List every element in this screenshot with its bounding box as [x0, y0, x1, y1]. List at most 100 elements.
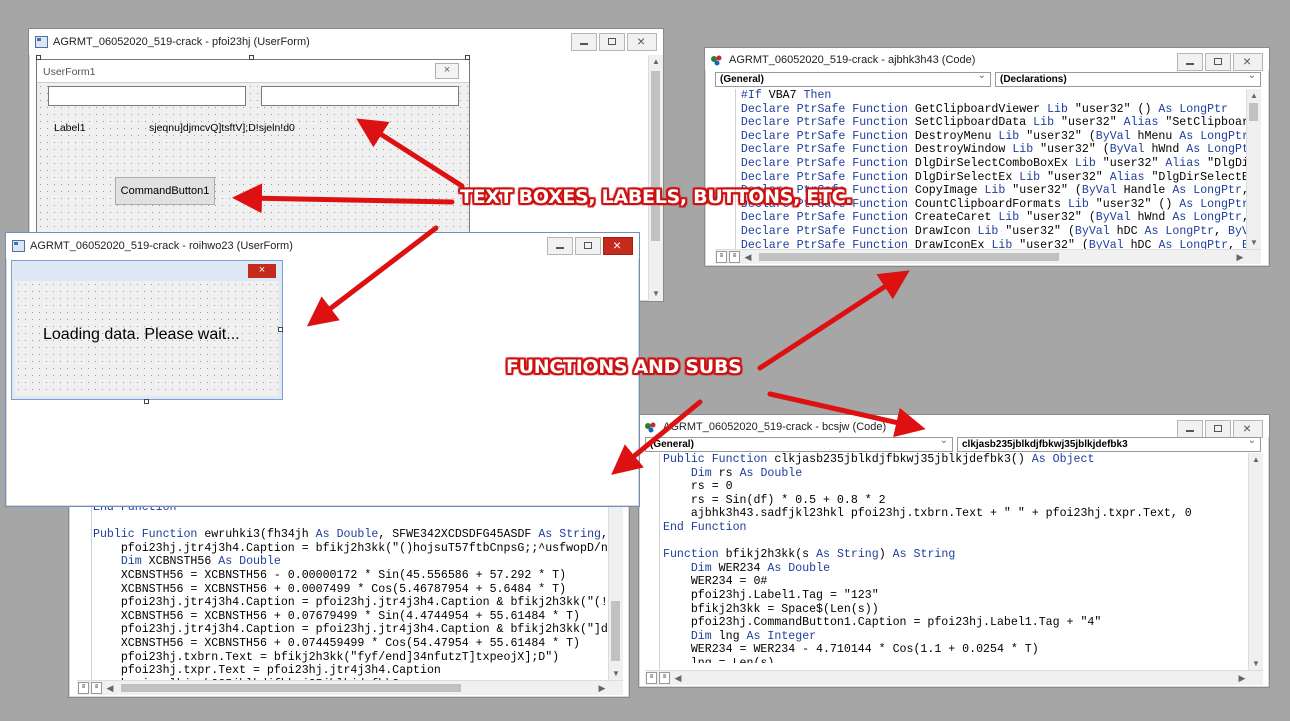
object-combo[interactable]: (General) — [715, 70, 991, 87]
horizontal-scrollbar[interactable]: ≡ ≡ ◀ ▶ — [77, 680, 623, 695]
code-line[interactable]: ajbhk3h43.sadfjkl23hkl pfoi23hj.txbrn.Te… — [663, 507, 1247, 521]
close-icon[interactable] — [603, 237, 633, 255]
vertical-scrollbar[interactable]: ▲ ▼ — [648, 55, 663, 301]
commandbutton1[interactable]: CommandButton1 — [115, 177, 215, 205]
code-line[interactable] — [663, 535, 1247, 549]
scroll-thumb[interactable] — [759, 253, 1059, 261]
resize-handle[interactable] — [36, 55, 41, 60]
maximize-icon[interactable] — [575, 237, 601, 255]
code-line[interactable]: XCBNSTH56 = XCBNSTH56 + 0.07679499 * Sin… — [93, 610, 613, 624]
code-line[interactable]: Declare PtrSafe Function DestroyMenu Lib… — [727, 130, 1252, 144]
title-bar[interactable]: AGRMT_06052020_519-crack - ajbhk3h43 (Co… — [705, 48, 1269, 71]
code-line[interactable]: Declare PtrSafe Function SetClipboardDat… — [727, 116, 1252, 130]
code-line[interactable]: WER234 = WER234 - 4.710144 * Cos(1.1 + 0… — [663, 643, 1247, 657]
minimize-icon[interactable] — [571, 33, 597, 51]
scroll-thumb[interactable] — [651, 71, 660, 241]
close-icon[interactable] — [1233, 53, 1263, 71]
horizontal-scrollbar[interactable]: ≡ ≡ ◀ ▶ — [645, 670, 1263, 685]
vertical-scrollbar[interactable]: ▲ ▼ — [1248, 453, 1263, 671]
code-line[interactable]: Declare PtrSafe Function CreateCaret Lib… — [727, 211, 1252, 225]
minimize-icon[interactable] — [1177, 420, 1203, 438]
scroll-down-icon[interactable]: ▼ — [1249, 657, 1263, 671]
code-line[interactable]: rs = Sin(df) * 0.5 + 0.8 * 2 — [663, 494, 1247, 508]
code-line[interactable]: Declare PtrSafe Function GetClipboardVie… — [727, 103, 1252, 117]
title-bar[interactable]: AGRMT_06052020_519-crack - roihwo23 (Use… — [6, 233, 639, 259]
label1[interactable]: Label1 — [54, 122, 86, 134]
procedure-view-icon[interactable]: ≡ — [78, 682, 89, 694]
code-line[interactable]: Dim XCBNSTH56 As Double — [93, 555, 613, 569]
code-line[interactable]: Dim rs As Double — [663, 467, 1247, 481]
code-line[interactable]: Public Function ewruhki3(fh34jh As Doubl… — [93, 528, 613, 542]
scroll-thumb[interactable] — [1249, 103, 1258, 121]
code-line[interactable]: pfoi23hj.jtr4j3h4.Caption = pfoi23hj.jtr… — [93, 596, 613, 610]
scroll-up-icon[interactable]: ▲ — [1247, 89, 1261, 103]
resize-handle[interactable] — [465, 55, 470, 60]
minimize-icon[interactable] — [547, 237, 573, 255]
scroll-right-icon[interactable]: ▶ — [1233, 250, 1247, 264]
code-line[interactable]: End Function — [663, 521, 1247, 535]
scroll-right-icon[interactable]: ▶ — [595, 681, 609, 695]
scroll-thumb[interactable] — [611, 601, 620, 661]
code-line[interactable]: pfoi23hj.txbrn.Text = bfikj2h3kk("fyf/en… — [93, 651, 613, 665]
code-line[interactable]: Dim lng As Integer — [663, 630, 1247, 644]
code-line[interactable]: lng = Len(s) — [663, 657, 1247, 663]
close-icon[interactable] — [627, 33, 657, 51]
minimize-icon[interactable] — [1177, 53, 1203, 71]
object-combo[interactable]: (General) — [645, 435, 953, 452]
scroll-up-icon[interactable]: ▲ — [1249, 453, 1263, 467]
code-window-bcsjw[interactable]: AGRMT_06052020_519-crack - bcsjw (Code) … — [638, 414, 1270, 688]
code-line[interactable]: Dim WER234 As Double — [663, 562, 1247, 576]
scroll-down-icon[interactable]: ▼ — [649, 287, 663, 301]
code-editor[interactable]: #If VBA7 Then Declare PtrSafe Function G… — [727, 89, 1252, 249]
code-line[interactable]: Declare PtrSafe Function DlgDirSelectCom… — [727, 157, 1252, 171]
code-line[interactable]: #If VBA7 Then — [727, 89, 1252, 103]
resize-handle[interactable] — [144, 399, 149, 404]
code-line[interactable]: bfikj2h3kk = Space$(Len(s)) — [663, 603, 1247, 617]
form-close-icon[interactable]: × — [248, 264, 276, 278]
scroll-up-icon[interactable]: ▲ — [649, 55, 663, 69]
textbox-1[interactable] — [48, 86, 246, 106]
code-window-ajbhk3h43[interactable]: AGRMT_06052020_519-crack - ajbhk3h43 (Co… — [704, 47, 1270, 267]
procedure-view-icon[interactable]: ≡ — [646, 672, 657, 684]
code-line[interactable]: Declare PtrSafe Function DestroyWindow L… — [727, 143, 1252, 157]
title-bar[interactable]: AGRMT_06052020_519-crack - bcsjw (Code) — [639, 415, 1269, 438]
scroll-thumb[interactable] — [121, 684, 461, 692]
vertical-scrollbar[interactable]: ▼ — [608, 501, 623, 681]
procedure-combo[interactable]: (Declarations) — [995, 70, 1261, 87]
procedure-view-icon[interactable]: ≡ — [716, 251, 727, 263]
userform-frame[interactable]: × Loading data. Please wait... — [11, 260, 283, 400]
procedure-combo[interactable]: clkjasb235jblkdjfbkwj35jblkjdefbk3 — [957, 435, 1261, 452]
resize-handle[interactable] — [278, 327, 283, 332]
loading-label[interactable]: Loading data. Please wait... — [43, 326, 240, 344]
code-line[interactable]: Declare PtrSafe Function DrawIconEx Lib … — [727, 239, 1252, 249]
code-editor[interactable]: Public Function clkjasb235jblkdjfbkwj35j… — [663, 453, 1247, 663]
code-line[interactable]: pfoi23hj.CommandButton1.Caption = pfoi23… — [663, 616, 1247, 630]
full-module-view-icon[interactable]: ≡ — [91, 682, 102, 694]
code-line[interactable]: Declare PtrSafe Function DlgDirSelectEx … — [727, 171, 1252, 185]
vertical-scrollbar[interactable]: ▲ ▼ — [1246, 89, 1261, 250]
code-line[interactable]: Declare PtrSafe Function DrawIcon Lib "u… — [727, 225, 1252, 239]
full-module-view-icon[interactable]: ≡ — [729, 251, 740, 263]
code-line[interactable]: Public Function clkjasb235jblkdjfbkwj35j… — [663, 453, 1247, 467]
form-design-surface[interactable]: Loading data. Please wait... — [15, 281, 279, 396]
scroll-left-icon[interactable]: ◀ — [741, 250, 755, 264]
code-line[interactable]: pfoi23hj.txpr.Text = pfoi23hj.jtr4j3h4.C… — [93, 664, 613, 678]
code-line[interactable] — [93, 515, 613, 529]
code-line[interactable]: pfoi23hj.jtr4j3h4.Caption = pfoi23hj.jtr… — [93, 623, 613, 637]
code-line[interactable]: pfoi23hj.Label1.Tag = "123" — [663, 589, 1247, 603]
title-bar[interactable]: AGRMT_06052020_519-crack - pfoi23hj (Use… — [29, 29, 663, 55]
code-line[interactable]: XCBNSTH56 = XCBNSTH56 + 0.074459499 * Co… — [93, 637, 613, 651]
resize-handle[interactable] — [249, 55, 254, 60]
code-line[interactable]: rs = 0 — [663, 480, 1247, 494]
userform1-frame[interactable]: UserForm1 × Label1 sjeqnu]djmcvQ]tsftV];… — [36, 59, 470, 261]
code-line[interactable]: XCBNSTH56 = XCBNSTH56 + 0.0007499 * Cos(… — [93, 583, 613, 597]
horizontal-scrollbar[interactable]: ≡ ≡ ◀ ▶ — [715, 249, 1261, 264]
code-line[interactable]: XCBNSTH56 = XCBNSTH56 - 0.00000172 * Sin… — [93, 569, 613, 583]
form-close-icon[interactable]: × — [435, 63, 459, 79]
maximize-icon[interactable] — [1205, 53, 1231, 71]
code-line[interactable]: pfoi23hj.jtr4j3h4.Caption = bfikj2h3kk("… — [93, 542, 613, 556]
maximize-icon[interactable] — [1205, 420, 1231, 438]
scroll-left-icon[interactable]: ◀ — [103, 681, 117, 695]
code-line[interactable]: Function bfikj2h3kk(s As String) As Stri… — [663, 548, 1247, 562]
scroll-right-icon[interactable]: ▶ — [1235, 671, 1249, 685]
